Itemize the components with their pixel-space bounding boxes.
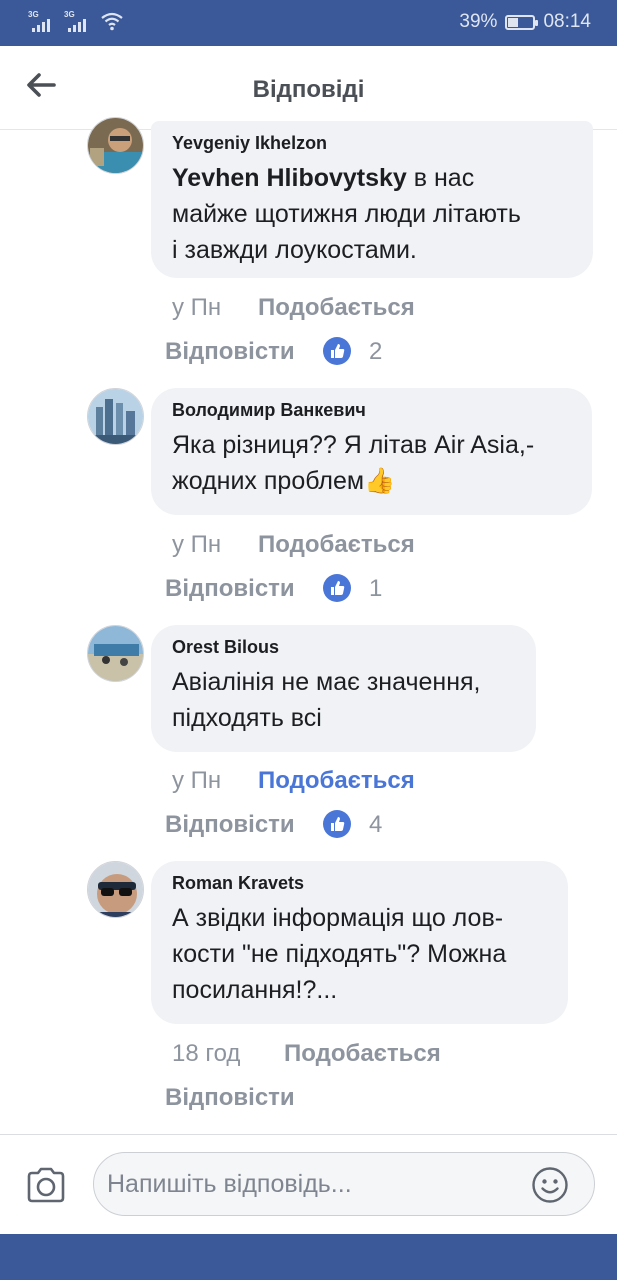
reaction-count: 4 xyxy=(369,811,383,838)
thumbs-up-icon[interactable] xyxy=(323,574,351,602)
battery-icon xyxy=(505,14,539,30)
app-header: Відповіді xyxy=(0,46,617,130)
comment-time: 18 год xyxy=(172,1040,241,1067)
comment-bubble[interactable]: Yevgeniy Ikhelzon Yevhen Hlibovytsky в н… xyxy=(151,121,593,278)
avatar[interactable] xyxy=(87,861,144,918)
like-button[interactable]: Подобається xyxy=(258,767,415,795)
reply-composer xyxy=(0,1134,617,1234)
comment-text: А звідки інформація що лов- кости "не пі… xyxy=(172,904,507,1004)
like-button[interactable]: Подобається xyxy=(258,531,415,559)
cellular-signal-icon: 3G xyxy=(64,10,86,32)
comment-time: у Пн xyxy=(172,531,222,558)
comment-text: Авіалінія не має значення, підходять всі xyxy=(172,668,481,732)
reply-button[interactable]: Відповісти xyxy=(165,811,295,839)
like-button[interactable]: Подобається xyxy=(284,1040,441,1068)
camera-icon[interactable] xyxy=(25,1166,67,1204)
reply-button[interactable]: Відповісти xyxy=(165,575,295,603)
reply-button[interactable]: Відповісти xyxy=(165,338,295,366)
smiley-icon[interactable] xyxy=(531,1166,569,1204)
comment-time: у Пн xyxy=(172,294,222,321)
comment-bubble[interactable]: Roman Kravets А звідки інформація що лов… xyxy=(151,861,568,1024)
avatar[interactable] xyxy=(87,625,144,682)
avatar[interactable] xyxy=(87,388,144,445)
wifi-icon xyxy=(101,12,123,31)
status-bar: 3G 3G 39% 08:14 xyxy=(0,0,617,46)
comment-bubble[interactable]: Orest Bilous Авіалінія не має значення, … xyxy=(151,625,536,752)
comment-time: у Пн xyxy=(172,767,222,794)
thumbs-up-icon[interactable] xyxy=(323,810,351,838)
cellular-signal-icon: 3G xyxy=(28,10,50,32)
page-title: Відповіді xyxy=(252,76,365,103)
reply-input-container[interactable] xyxy=(93,1152,595,1216)
comment-text: Яка різниця?? Я літав Air Asia,- жодних … xyxy=(172,431,535,495)
comment-author[interactable]: Roman Kravets xyxy=(172,872,546,894)
like-button[interactable]: Подобається xyxy=(258,294,415,322)
comment-author[interactable]: Orest Bilous xyxy=(172,636,514,658)
reaction-count: 2 xyxy=(369,338,383,365)
reply-button[interactable]: Відповісти xyxy=(165,1084,295,1112)
avatar[interactable] xyxy=(87,117,144,174)
mention-link[interactable]: Yevhen Hlibovytsky xyxy=(172,164,407,192)
comment-bubble[interactable]: Володимир Ванкевич Яка різниця?? Я літав… xyxy=(151,388,592,515)
system-nav-bar xyxy=(0,1234,617,1280)
comment-author[interactable]: Yevgeniy Ikhelzon xyxy=(172,132,571,154)
thumbs-up-icon[interactable] xyxy=(323,337,351,365)
comment-author[interactable]: Володимир Ванкевич xyxy=(172,399,570,421)
reaction-count: 1 xyxy=(369,575,383,602)
comment-text: Yevhen Hlibovytsky в нас майже щотижня л… xyxy=(172,160,571,268)
battery-percent: 39% xyxy=(459,11,498,32)
network-type-label: 3G xyxy=(28,10,39,19)
clock: 08:14 xyxy=(543,11,591,32)
network-type-label: 3G xyxy=(64,10,75,19)
reply-input[interactable] xyxy=(107,1153,527,1215)
